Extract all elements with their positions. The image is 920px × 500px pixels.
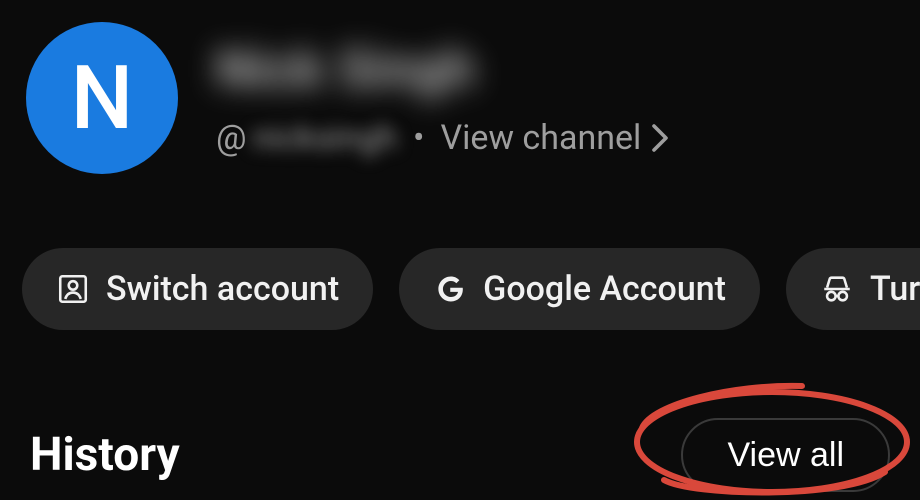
view-all-button[interactable]: View all — [681, 418, 890, 492]
chevron-right-icon — [651, 123, 669, 153]
separator-dot: • — [413, 118, 424, 158]
account-screen: N Nick Singh @ nicksingh • View channel — [0, 0, 920, 500]
account-chip-row: Switch account Google Account Turn — [22, 248, 920, 330]
handle-text: nicksingh — [253, 118, 397, 158]
google-g-icon — [433, 272, 467, 306]
history-title: History — [30, 428, 180, 482]
view-channel-link[interactable]: View channel — [441, 118, 670, 158]
incognito-label: Turn — [870, 269, 920, 309]
switch-account-label: Switch account — [106, 269, 339, 309]
history-section: History View all — [30, 418, 890, 492]
switch-account-icon — [56, 272, 90, 306]
handle-prefix: @ — [216, 118, 247, 158]
handle: @ nicksingh — [216, 118, 397, 158]
incognito-icon — [820, 272, 854, 306]
switch-account-chip[interactable]: Switch account — [22, 248, 373, 330]
handle-row: @ nicksingh • View channel — [216, 118, 669, 158]
incognito-chip[interactable]: Turn — [786, 248, 920, 330]
google-account-chip[interactable]: Google Account — [399, 248, 760, 330]
google-account-label: Google Account — [483, 269, 726, 309]
avatar[interactable]: N — [26, 22, 178, 174]
profile-text: Nick Singh @ nicksingh • View channel — [216, 39, 669, 158]
view-channel-label: View channel — [441, 118, 642, 158]
profile-header: N Nick Singh @ nicksingh • View channel — [26, 22, 669, 174]
view-all-label: View all — [727, 436, 844, 475]
display-name: Nick Singh — [216, 39, 669, 100]
avatar-initial: N — [71, 47, 133, 150]
